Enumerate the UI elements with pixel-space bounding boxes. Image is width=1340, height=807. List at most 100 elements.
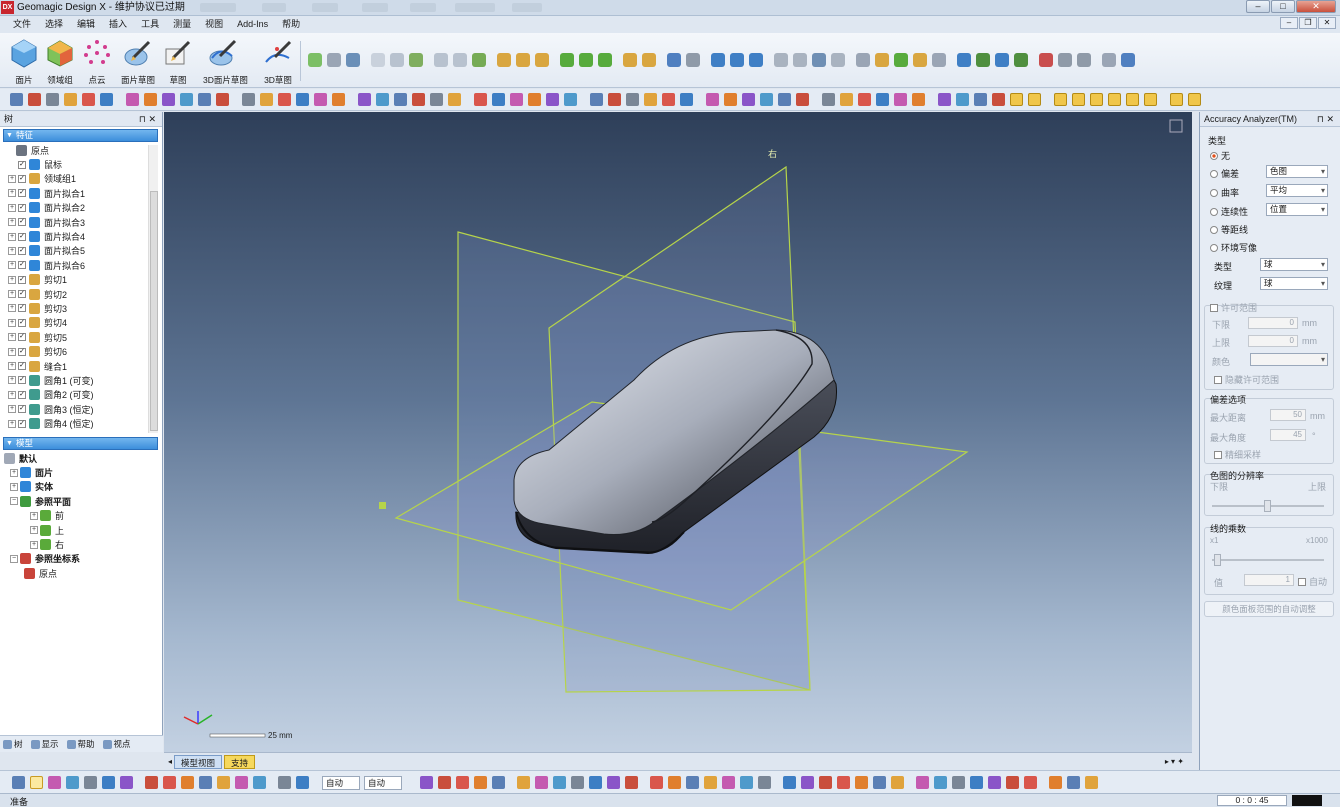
feature-tree-scrollbar[interactable] <box>148 145 158 433</box>
view-toolbar-button[interactable] <box>706 93 719 106</box>
bottom-toolbar-button[interactable] <box>1067 776 1080 789</box>
boundary-icon[interactable] <box>453 53 467 67</box>
bottom-toolbar-button[interactable] <box>801 776 814 789</box>
view-toolbar-button[interactable] <box>974 93 987 106</box>
fine-sampling-checkbox[interactable] <box>1214 450 1222 459</box>
bottom-toolbar-button[interactable] <box>589 776 602 789</box>
diamond-icon[interactable] <box>1121 53 1135 67</box>
visibility-checkbox[interactable]: ✓ <box>18 419 26 428</box>
pattern-icon[interactable] <box>812 53 826 67</box>
cone-icon[interactable] <box>749 53 763 67</box>
bottom-toolbar-button[interactable] <box>217 776 230 789</box>
bottom-toolbar-button[interactable] <box>819 776 832 789</box>
tolerance-checkbox-row[interactable]: 许可范围 <box>1210 301 1257 314</box>
view-toolbar-button[interactable] <box>260 93 273 106</box>
line-multiplier-track[interactable] <box>1212 559 1324 561</box>
plane-icon[interactable] <box>308 53 322 67</box>
tolerance-checkbox[interactable] <box>1210 303 1218 312</box>
add-body-icon[interactable] <box>995 53 1009 67</box>
model-section-header[interactable]: 模型 <box>3 437 158 450</box>
radio-continuity[interactable] <box>1210 207 1218 216</box>
view-toolbar-button[interactable] <box>358 93 371 106</box>
view-toolbar-button[interactable] <box>822 93 835 106</box>
point-icon[interactable] <box>346 53 360 67</box>
option-none[interactable]: 无 <box>1210 149 1230 162</box>
bottom-toolbar-button[interactable] <box>855 776 868 789</box>
bottom-toolbar-button[interactable] <box>686 776 699 789</box>
line-icon[interactable] <box>327 53 341 67</box>
transform-icon[interactable] <box>686 53 700 67</box>
feature-tree-item[interactable]: + ✓ 面片拟合3 <box>0 215 162 229</box>
minimize-button[interactable]: – <box>1246 0 1270 13</box>
visibility-checkbox[interactable]: ✓ <box>18 203 26 212</box>
boolean-icon[interactable] <box>623 53 637 67</box>
tab-support[interactable]: 支持 <box>224 754 256 769</box>
feature-tree-item[interactable]: + ✓ 圆角1 (可变) <box>0 373 162 387</box>
expand-icon[interactable]: + <box>8 203 16 212</box>
menu-addins[interactable]: Add-Ins <box>230 17 275 32</box>
replace-icon[interactable] <box>831 53 845 67</box>
fillet-icon[interactable] <box>497 53 511 67</box>
bottom-toolbar-button[interactable] <box>1085 776 1098 789</box>
revolve-icon[interactable] <box>390 53 404 67</box>
feature-tree-item[interactable]: + ✓ 剪切2 <box>0 287 162 301</box>
menu-measure[interactable]: 测量 <box>166 17 198 32</box>
tab-help[interactable]: 帮助 <box>66 738 95 750</box>
bottom-toolbar-button[interactable] <box>625 776 638 789</box>
expand-icon[interactable]: − <box>10 554 18 563</box>
explode-icon[interactable] <box>1102 53 1116 67</box>
view-toolbar-button[interactable] <box>180 93 193 106</box>
bottom-toolbar-button[interactable] <box>704 776 717 789</box>
rib-icon[interactable] <box>875 53 889 67</box>
view-toolbar-button[interactable] <box>64 93 77 106</box>
remove-body-icon[interactable] <box>976 53 990 67</box>
bottom-toolbar-button[interactable] <box>535 776 548 789</box>
bottom-toolbar-button[interactable] <box>783 776 796 789</box>
expand-icon[interactable]: + <box>30 511 38 520</box>
view-toolbar-button[interactable] <box>100 93 113 106</box>
visibility-checkbox[interactable]: ✓ <box>18 333 26 342</box>
close-button[interactable]: ✕ <box>1296 0 1336 13</box>
region-group-tool-button[interactable]: 领域组 <box>40 38 80 86</box>
expand-icon[interactable]: + <box>8 362 16 371</box>
view-toolbar-button[interactable] <box>1188 93 1201 106</box>
doc-minimize-button[interactable]: – <box>1280 17 1298 29</box>
tab-tree[interactable]: 树 <box>3 738 23 750</box>
view-toolbar-button[interactable] <box>82 93 95 106</box>
expand-icon[interactable]: + <box>8 232 16 241</box>
feature-tree-item[interactable]: + ✓ 面片拟合1 <box>0 186 162 200</box>
visibility-checkbox[interactable]: ✓ <box>18 189 26 198</box>
max-angle-input[interactable]: 45 <box>1270 429 1306 441</box>
cut-body-icon[interactable] <box>1014 53 1028 67</box>
view-toolbar-button[interactable] <box>546 93 559 106</box>
tab-nav-icons[interactable]: ▸ ▾ ✦ <box>1165 757 1184 766</box>
3d-viewport[interactable]: 右 25 mm <box>164 112 1192 752</box>
trim-icon[interactable] <box>598 53 612 67</box>
view-toolbar-button[interactable] <box>644 93 657 106</box>
expand-icon[interactable]: + <box>8 275 16 284</box>
option-environment[interactable]: 环境写像 <box>1210 241 1257 254</box>
view-toolbar-button[interactable] <box>590 93 603 106</box>
menu-edit[interactable]: 编辑 <box>70 17 102 32</box>
view-toolbar-button[interactable] <box>724 93 737 106</box>
view-toolbar-button[interactable] <box>938 93 951 106</box>
doc-close-button[interactable]: ✕ <box>1318 17 1336 29</box>
fine-sampling-row[interactable]: 精细采样 <box>1214 448 1261 461</box>
option-continuity[interactable]: 连续性 <box>1210 205 1248 218</box>
analyzer-pin-close-icon[interactable]: ⊓ ✕ <box>1317 112 1334 126</box>
radio-deviation[interactable] <box>1210 169 1218 178</box>
copy-icon[interactable] <box>774 53 788 67</box>
deviation-mode-select[interactable]: 色图 <box>1266 165 1328 178</box>
visibility-checkbox[interactable]: ✓ <box>18 405 26 414</box>
view-toolbar-button[interactable] <box>394 93 407 106</box>
bottom-toolbar-button[interactable] <box>916 776 929 789</box>
bottom-toolbar-button[interactable] <box>988 776 1001 789</box>
bottom-toolbar-button[interactable] <box>1049 776 1062 789</box>
surface-icon[interactable] <box>472 53 486 67</box>
bottom-auto-select-1[interactable]: 自动 <box>322 776 360 790</box>
expand-icon[interactable]: + <box>8 333 16 342</box>
view-toolbar-button[interactable] <box>126 93 139 106</box>
bottom-toolbar-button[interactable] <box>722 776 735 789</box>
view-toolbar-button[interactable] <box>216 93 229 106</box>
bottom-toolbar-button[interactable] <box>66 776 79 789</box>
